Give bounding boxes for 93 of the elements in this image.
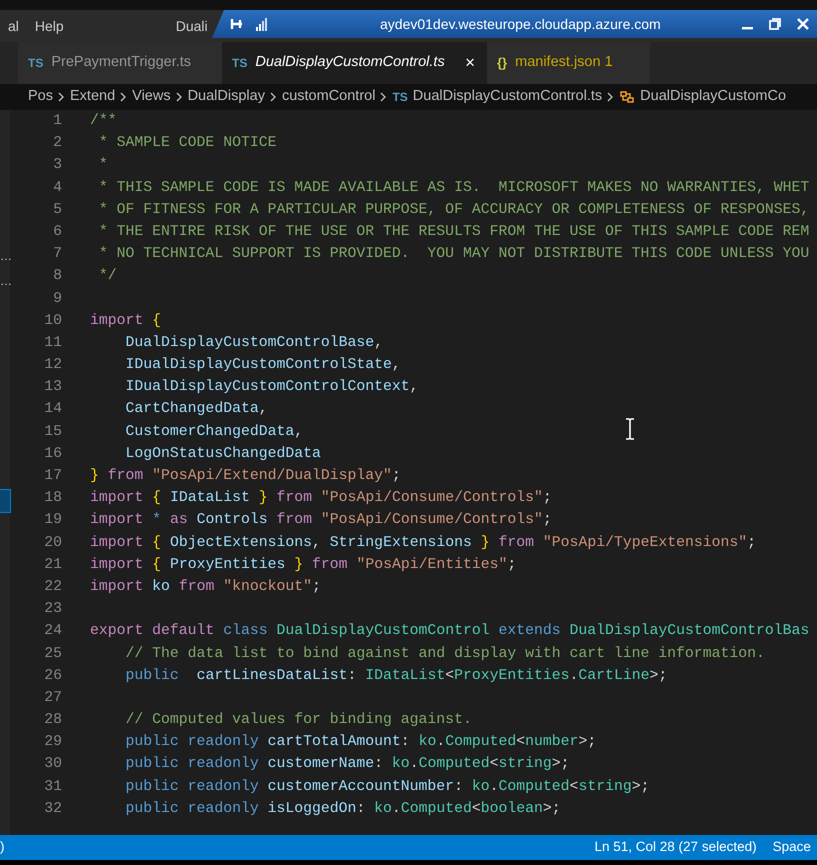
class-icon [619, 89, 636, 105]
code-line: * NO TECHNICAL SUPPORT IS PROVIDED. YOU MAY NOT DISTRIBUTE THIS CODE UNLESS YOU [98, 245, 810, 264]
sidebar-item[interactable]: … [0, 273, 10, 295]
line-number: 5 [52, 200, 62, 220]
code-line: * OF FITNESS FOR A PARTICULAR PURPOSE, OF ACCURACY OR COMPLETENESS OF RESPONSES, [98, 200, 810, 220]
chevron-icon [176, 92, 183, 102]
line-number: 31 [43, 778, 62, 797]
code-line: IDualDisplayCustomControlState, [124, 356, 401, 376]
breadcrumb-item[interactable]: DualDisplayCustomCo [640, 86, 786, 108]
breadcrumb-item[interactable]: Pos [28, 86, 53, 108]
line-number: 17 [43, 467, 62, 486]
code-line: import * as Controls from "PosApi/Consume/Controls"; [90, 511, 552, 530]
line-number: 3 [52, 156, 62, 176]
status-item[interactable]: ) [0, 837, 4, 858]
line-number: 4 [52, 178, 62, 198]
line-number: 24 [43, 622, 62, 642]
line-number: 32 [43, 800, 62, 819]
code-line: public readonly customerName: ko.Computed<string>; [124, 755, 570, 774]
chevron-icon [58, 92, 65, 102]
close-icon[interactable] [797, 18, 809, 30]
line-number: 21 [43, 556, 62, 575]
code-line: */ [98, 267, 117, 286]
line-number: 22 [43, 578, 62, 597]
code-line: * THIS SAMPLE CODE IS MADE AVAILABLE AS IS. MICROSOFT MAKES NO WARRANTIES, WHET [98, 178, 810, 198]
line-number: 12 [43, 356, 62, 376]
chevron-icon [607, 92, 614, 102]
line-number: 13 [43, 378, 62, 398]
code-line: * THE ENTIRE RISK OF THE USE OR THE RESULTS FROM THE USE OF THIS SAMPLE CODE REM [98, 222, 810, 242]
line-number: 7 [52, 245, 62, 264]
editor-tab[interactable]: TS PrePaymentTrigger.ts [18, 42, 222, 84]
line-number: 6 [52, 222, 62, 242]
line-number: 19 [43, 511, 62, 530]
breadcrumb-item[interactable]: customControl [282, 86, 376, 108]
code-line: } from "PosApi/Extend/DualDisplay"; [90, 467, 401, 486]
line-number: 18 [43, 489, 62, 508]
code-line: LogOnStatusChangedData [124, 444, 321, 464]
breadcrumb-item[interactable]: DualDisplay [188, 86, 265, 108]
code-line: public readonly cartTotalAmount: ko.Computed<number>; [124, 733, 596, 752]
line-number: 25 [43, 644, 62, 664]
code-line: import { IDataList } from "PosApi/Consume/Controls"; [90, 489, 552, 508]
text-cursor-icon [624, 418, 636, 440]
file-type-icon: TS [392, 88, 408, 106]
breadcrumb-item[interactable]: Views [132, 86, 171, 108]
editor-tab[interactable]: {} manifest.json 1 [487, 42, 650, 84]
window-title: Duali [174, 17, 209, 36]
line-number: 26 [43, 666, 62, 686]
line-number: 23 [43, 600, 62, 620]
line-number: 16 [43, 444, 62, 464]
status-item[interactable]: Ln 51, Col 28 (27 selected) [594, 837, 757, 858]
code-line: // The data list to bind against and display with cart line information. [124, 644, 765, 664]
editor-tab[interactable]: TS DualDisplayCustomControl.ts × [222, 42, 487, 84]
pin-icon[interactable] [230, 17, 244, 31]
code-line: public cartLinesDataList: IDataList<ProxyEntities.CartLine>; [124, 666, 668, 686]
menu-item[interactable]: al [0, 10, 27, 42]
signal-icon [256, 17, 268, 31]
breadcrumb-item[interactable]: DualDisplayCustomControl.ts [412, 86, 602, 108]
line-number: 28 [43, 711, 62, 730]
code-line: import { ProxyEntities } from "PosApi/Entities"; [90, 556, 516, 575]
line-number: 20 [43, 534, 62, 553]
line-number: 11 [43, 334, 62, 353]
connection-title: aydev01dev.westeurope.cloudapp.azure.com [380, 14, 661, 34]
code-line: // Computed values for binding against. [124, 711, 472, 730]
line-number: 10 [43, 312, 62, 331]
breadcrumb-item[interactable]: Extend [70, 86, 116, 108]
code-line: public readonly customerAccountNumber: ko.Computed<string>; [124, 778, 650, 797]
status-item[interactable]: Space [772, 837, 811, 858]
line-number: 8 [52, 267, 62, 286]
menu-item[interactable]: Help [26, 10, 72, 42]
line-number: 30 [43, 755, 62, 774]
restore-icon[interactable] [769, 18, 781, 30]
code-line: export default class DualDisplayCustomControl extends DualDisplayCustomControlBas [90, 622, 810, 642]
chevron-icon [120, 92, 128, 102]
line-number: 9 [52, 290, 62, 308]
code-line: * SAMPLE CODE NOTICE [98, 134, 276, 154]
line-number: 27 [43, 688, 62, 708]
code-line: CartChangedData, [124, 400, 268, 420]
line-number: 1 [52, 112, 62, 131]
line-number: 2 [52, 134, 62, 154]
chevron-icon [270, 92, 277, 102]
code-line: IDualDisplayCustomControlContext, [124, 378, 419, 398]
code-line: * [98, 156, 108, 176]
chevron-icon [380, 92, 388, 102]
line-number: 15 [43, 422, 62, 442]
code-line: import { ObjectExtensions, StringExtensions } from "PosApi/TypeExtensions"; [90, 534, 756, 553]
code-line: import { [90, 312, 162, 331]
line-number: 29 [43, 733, 62, 752]
code-line: DualDisplayCustomControlBase, [124, 334, 384, 353]
code-line: public readonly isLoggedOn: ko.Computed<boolean>; [124, 800, 561, 819]
code-line: import ko from "knockout"; [90, 578, 321, 597]
sidebar-item[interactable]: … [0, 248, 10, 270]
code-line: CustomerChangedData, [124, 422, 304, 442]
line-number: 14 [43, 400, 62, 420]
code-line: /** [90, 112, 117, 131]
